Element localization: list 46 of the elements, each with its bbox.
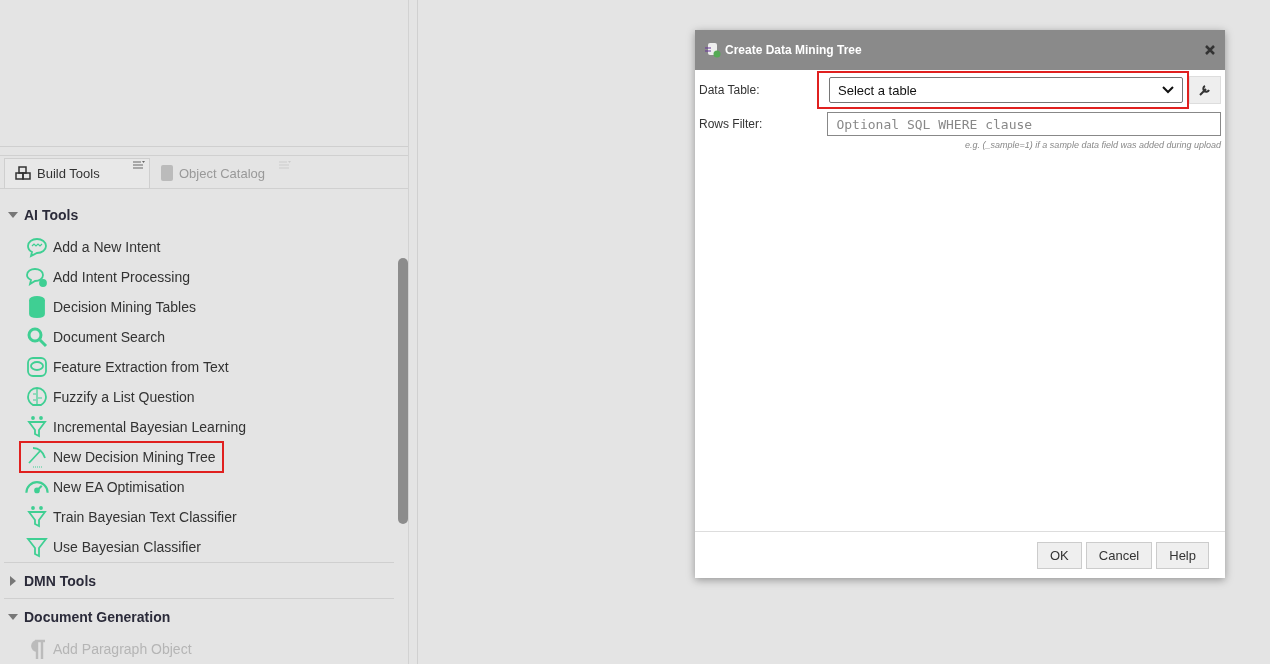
tree-icon — [705, 42, 721, 58]
caret-icon[interactable] — [8, 209, 18, 220]
tool-item[interactable]: Decision Mining Tables — [19, 291, 204, 323]
dialog-button[interactable]: Help — [1156, 541, 1209, 569]
field-label: Rows Filter: — [699, 117, 764, 131]
tool-item[interactable]: Feature Extraction from Text — [19, 351, 237, 383]
group-header[interactable]: AI Tools — [4, 197, 394, 232]
book-icon — [161, 165, 173, 182]
table-select[interactable]: Select a table — [829, 77, 1183, 103]
brain-icon — [25, 385, 49, 409]
dialog-title: Create Data Mining Tree — [725, 43, 863, 57]
rows-filter-field[interactable]: Optional SQL WHERE clause — [827, 112, 1221, 136]
tool-item[interactable]: Use Bayesian Classifier — [19, 531, 209, 563]
tool-item[interactable]: Document Search — [19, 321, 174, 353]
tool-item[interactable]: Train Bayesian Text Classifier — [19, 501, 245, 533]
speech-bubble-icon — [25, 235, 49, 259]
close-icon[interactable] — [1205, 45, 1215, 55]
group-header[interactable]: Document Generation — [4, 598, 394, 634]
dialog-button[interactable]: OK — [1037, 541, 1082, 569]
chip-icon — [25, 355, 49, 379]
tool-item[interactable]: New Decision Mining Tree — [19, 441, 224, 473]
caret-icon[interactable] — [8, 611, 18, 622]
tool-item[interactable]: Incremental Bayesian Learning — [19, 411, 254, 443]
funnel-icon — [25, 535, 49, 559]
gauge-icon — [25, 480, 49, 494]
tool-item[interactable]: Fuzzify a List Question — [19, 381, 203, 413]
tool-item[interactable]: Add a New Intent — [19, 231, 169, 263]
caret-icon[interactable] — [8, 575, 18, 586]
group-header[interactable]: DMN Tools — [4, 562, 394, 598]
tool-item[interactable]: New EA Optimisation — [19, 471, 193, 503]
funnel-icon — [25, 415, 49, 439]
field-label: Data Table: — [699, 83, 761, 97]
tool-item[interactable]: Add Intent Processing — [19, 261, 198, 293]
hint-text: e.g. (_sample=1) if a sample data field was added during upload — [964, 140, 1221, 150]
funnel-icon — [25, 505, 49, 529]
pickaxe-icon — [25, 445, 49, 469]
menu-icon[interactable] — [133, 160, 145, 169]
wrench-button[interactable] — [1189, 76, 1221, 104]
search-icon — [25, 325, 49, 349]
scrollbar-thumb[interactable] — [398, 258, 408, 524]
dialog-button[interactable]: Cancel — [1085, 541, 1153, 569]
speech-bubble-gear-icon — [25, 265, 49, 289]
panel-tab[interactable]: Build Tools — [4, 157, 150, 188]
wrench-icon — [1199, 84, 1211, 96]
cubes-icon — [15, 166, 31, 181]
chevron-down-icon — [1162, 86, 1174, 94]
